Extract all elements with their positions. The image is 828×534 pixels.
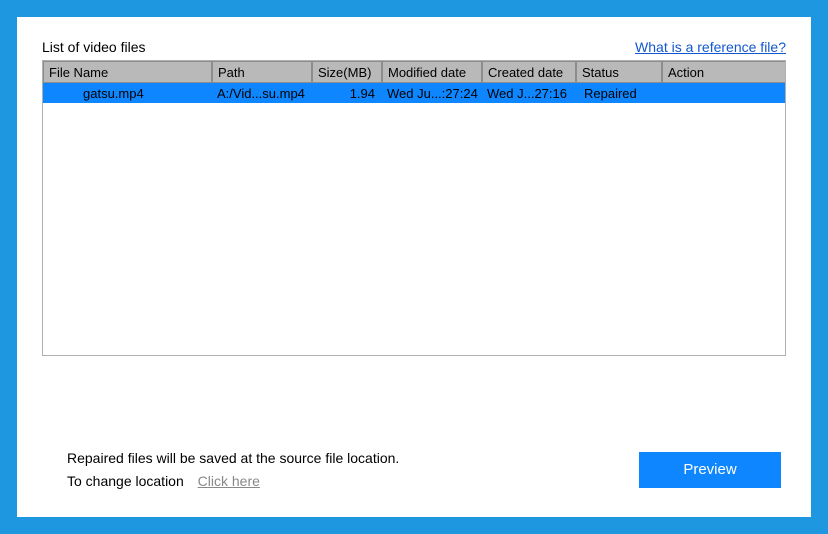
footer-text: Repaired files will be saved at the sour… <box>67 447 399 492</box>
footer-line2-prefix: To change location <box>67 473 184 489</box>
reference-file-link[interactable]: What is a reference file? <box>635 39 786 55</box>
title-row: List of video files What is a reference … <box>42 39 786 55</box>
column-header-created[interactable]: Created date <box>482 61 576 83</box>
cell-filename: gatsu.mp4 <box>43 86 212 101</box>
footer-line1: Repaired files will be saved at the sour… <box>67 447 399 469</box>
cell-created: Wed J...27:16 <box>482 86 576 101</box>
list-title: List of video files <box>42 39 146 55</box>
app-window: List of video files What is a reference … <box>17 17 811 517</box>
column-header-size[interactable]: Size(MB) <box>312 61 382 83</box>
cell-size: 1.94 <box>312 86 382 101</box>
column-header-action[interactable]: Action <box>662 61 785 83</box>
footer-line2: To change location Click here <box>67 470 399 492</box>
column-header-modified[interactable]: Modified date <box>382 61 482 83</box>
change-location-link[interactable]: Click here <box>198 473 260 489</box>
column-header-path[interactable]: Path <box>212 61 312 83</box>
cell-path: A:/Vid...su.mp4 <box>212 86 312 101</box>
column-header-filename[interactable]: File Name <box>43 61 212 83</box>
cell-modified: Wed Ju...:27:24 <box>382 86 482 101</box>
video-files-table: File Name Path Size(MB) Modified date Cr… <box>42 60 786 356</box>
table-header-row: File Name Path Size(MB) Modified date Cr… <box>43 61 785 83</box>
footer: Repaired files will be saved at the sour… <box>42 407 786 492</box>
column-header-status[interactable]: Status <box>576 61 662 83</box>
cell-status: Repaired <box>576 86 662 101</box>
table-row[interactable]: gatsu.mp4 A:/Vid...su.mp4 1.94 Wed Ju...… <box>43 83 785 103</box>
preview-button[interactable]: Preview <box>639 452 781 488</box>
